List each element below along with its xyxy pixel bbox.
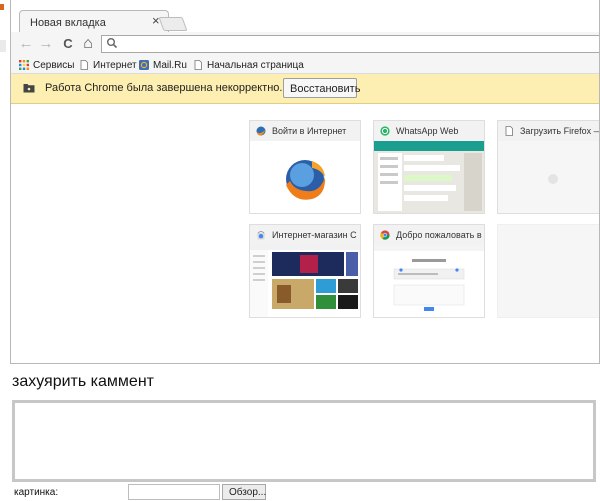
tab-strip: Новая вкладка × [11, 0, 599, 34]
bookmark-home-page[interactable]: Начальная страница [193, 58, 304, 72]
tile-title: Добро пожаловать в [396, 230, 482, 240]
tab-close-button[interactable]: × [152, 14, 160, 28]
apps-grid-icon [19, 60, 29, 70]
home-button[interactable]: ⌂ [79, 35, 97, 53]
restore-button[interactable]: Восстановить [283, 78, 360, 98]
mailru-icon [139, 60, 149, 70]
firefox-globe-icon [256, 126, 266, 136]
tile-title: Войти в Интернет [272, 126, 347, 136]
omnibox-input[interactable] [122, 37, 592, 51]
search-icon [107, 38, 118, 49]
chrome-window: Новая вкладка × ← → C ⌂ Сервисы Интернет… [10, 0, 600, 364]
back-button[interactable]: ← [17, 35, 35, 53]
chrome-welcome-preview [374, 245, 484, 311]
new-tab-button[interactable] [158, 17, 188, 31]
tile-thumbnail [498, 141, 599, 213]
folder-crash-icon [23, 84, 35, 93]
firefox-logo [286, 160, 326, 200]
empty-tile [497, 224, 599, 318]
bookmark-internet[interactable]: Интернет [79, 58, 137, 72]
page-icon [194, 60, 202, 70]
most-visited-tile[interactable]: Интернет-магазин C [249, 224, 361, 318]
tile-header: WhatsApp Web [374, 121, 484, 141]
comment-textarea[interactable] [12, 400, 596, 482]
most-visited-tile[interactable]: WhatsApp Web [373, 120, 485, 214]
bookmarks-bar: Сервисы Интернет Mail.Ru Начальная стран… [11, 56, 599, 74]
tile-title: Загрузить Firefox — [520, 126, 600, 136]
bookmark-label: Интернет [93, 59, 137, 71]
infobar-message: Работа Chrome была завершена некорректно… [45, 82, 283, 94]
most-visited-tile[interactable]: Войти в Интернет [249, 120, 361, 214]
whatsapp-icon [380, 126, 390, 136]
tile-header: Интернет-магазин C [250, 225, 360, 245]
image-file-input[interactable] [128, 484, 220, 500]
new-tab-page: Войти в Интернет WhatsApp Web Загрузить … [11, 104, 600, 363]
tile-header: Загрузить Firefox — [498, 121, 600, 141]
toolbar: ← → C ⌂ [11, 32, 599, 56]
tab-new-tab[interactable]: Новая вкладка × [19, 10, 169, 34]
omnibox[interactable] [101, 35, 599, 53]
tile-title: Интернет-магазин C [272, 230, 357, 240]
tile-thumbnail [250, 141, 360, 213]
tile-header: Добро пожаловать в [374, 225, 484, 245]
most-visited-tile[interactable]: Добро пожаловать в [373, 224, 485, 318]
bookmark-label: Mail.Ru [153, 59, 187, 71]
bookmark-label: Сервисы [33, 59, 75, 71]
comment-heading: захуярить каммент [12, 373, 154, 390]
tile-title: WhatsApp Web [396, 126, 459, 136]
forward-button[interactable]: → [37, 35, 55, 53]
chrome-icon [380, 230, 390, 240]
bookmark-label: Начальная страница [207, 59, 304, 71]
whatsapp-web-preview [374, 141, 484, 213]
tile-thumbnail [250, 245, 360, 317]
tile-thumbnail [374, 141, 484, 213]
bookmark-apps[interactable]: Сервисы [19, 58, 74, 72]
tile-thumbnail [374, 245, 484, 317]
chrome-webstore-icon [257, 231, 265, 240]
page-icon [80, 60, 88, 70]
loading-dot-icon [548, 174, 558, 184]
most-visited-tile[interactable]: Загрузить Firefox — [497, 120, 600, 214]
page-icon [505, 126, 513, 136]
tile-header: Войти в Интернет [250, 121, 360, 141]
crash-infobar: Работа Chrome была завершена некорректно… [11, 74, 599, 104]
bookmark-mailru[interactable]: Mail.Ru [139, 58, 187, 72]
reload-button[interactable]: C [59, 35, 77, 53]
tab-title: Новая вкладка [30, 17, 106, 29]
image-file-label: картинка: [14, 487, 59, 498]
browse-button[interactable]: Обзор... [222, 484, 266, 500]
webstore-preview [250, 245, 360, 317]
